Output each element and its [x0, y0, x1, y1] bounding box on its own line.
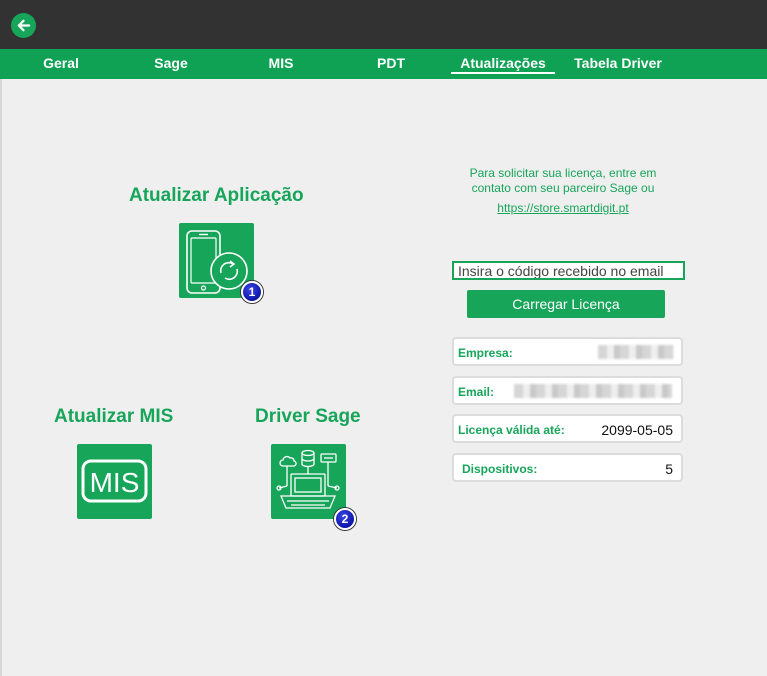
update-app-title: Atualizar Aplicação [129, 185, 304, 206]
devices-label: Dispositivos: [462, 462, 538, 476]
back-button[interactable] [11, 13, 36, 38]
company-field: Empresa: [452, 337, 683, 366]
notification-badge-2: 2 [334, 508, 356, 530]
notification-badge-1: 1 [241, 281, 263, 303]
driver-sage-title: Driver Sage [255, 406, 361, 427]
redacted-company [598, 345, 674, 359]
tab-mis[interactable]: MIS [248, 49, 314, 79]
devices-field: Dispositivos: 5 [452, 453, 683, 482]
valid-until-label: Licença válida até: [458, 423, 565, 437]
devices-value: 5 [665, 461, 673, 477]
valid-until-field: Licença válida até: 2099-05-05 [452, 414, 683, 443]
email-field: Email: [452, 376, 683, 405]
driver-sage-button[interactable] [271, 444, 346, 519]
svg-text:MIS: MIS [90, 467, 140, 498]
license-info-line1: Para solicitar sua licença, entre em [469, 166, 657, 180]
server-network-icon [276, 449, 340, 509]
license-info-text: Para solicitar sua licença, entre em con… [452, 166, 674, 196]
mis-icon: MIS [81, 459, 148, 503]
tab-geral[interactable]: Geral [28, 49, 94, 79]
tab-tabela-driver[interactable]: Tabela Driver [565, 49, 671, 79]
window-edge [0, 79, 2, 676]
tab-sage[interactable]: Sage [138, 49, 204, 79]
tab-pdt[interactable]: PDT [358, 49, 424, 79]
tab-bar: Geral Sage MIS PDT Atualizações Tabela D… [0, 49, 767, 79]
valid-until-value: 2099-05-05 [601, 422, 673, 438]
company-label: Empresa: [458, 346, 513, 360]
email-label: Email: [458, 385, 495, 399]
license-code-input[interactable] [452, 261, 685, 280]
license-info-line2: contato com seu parceiro Sage ou [471, 181, 655, 195]
update-mis-button[interactable]: MIS [77, 444, 152, 519]
tab-atualizacoes[interactable]: Atualizações [451, 49, 555, 79]
arrow-left-icon [17, 19, 31, 32]
update-mis-title: Atualizar MIS [54, 406, 174, 427]
title-bar [0, 0, 767, 49]
store-link[interactable]: https://store.smartdigit.pt [452, 201, 674, 215]
load-license-button[interactable]: Carregar Licença [467, 290, 665, 318]
redacted-email [514, 384, 672, 398]
